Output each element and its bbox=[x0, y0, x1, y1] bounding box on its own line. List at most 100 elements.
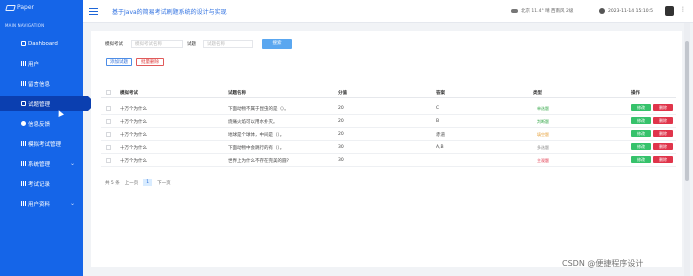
sidebar-item-exam-records[interactable]: 考试记录 bbox=[0, 176, 83, 191]
col-actions: 操作 bbox=[631, 91, 640, 96]
scrollbar-thumb[interactable] bbox=[685, 41, 689, 181]
col-score: 分值 bbox=[338, 91, 347, 96]
sidebar-item-system[interactable]: 系统管理 ⌄ bbox=[0, 156, 83, 171]
cell-score: 20 bbox=[338, 119, 344, 124]
logo-text: Paper bbox=[17, 4, 34, 11]
menu-toggle-icon[interactable] bbox=[89, 8, 98, 15]
logo: Paper bbox=[5, 4, 34, 11]
row-checkbox[interactable] bbox=[106, 145, 111, 150]
delete-button[interactable]: 删除 bbox=[653, 117, 673, 124]
sidebar-item-messages[interactable]: 留言信息 bbox=[0, 76, 83, 91]
cell-question: 下面动物中会跳行的有（）。 bbox=[228, 146, 285, 151]
cell-answer: A,B bbox=[436, 145, 444, 150]
page-title: 基于Java的简易考试刷题系统的设计与实现 bbox=[112, 9, 227, 16]
cell-question: 地球是个球体，中间是（）。 bbox=[228, 133, 285, 138]
datetime-text: 2023-11-14 15:10:5 bbox=[608, 8, 653, 14]
sidebar-item-users[interactable]: 用户 bbox=[0, 56, 83, 71]
gear-icon bbox=[21, 121, 26, 126]
col-exam: 模拟考试 bbox=[120, 91, 138, 96]
cell-question: 烧痛火焰可以用水扑灭。 bbox=[228, 120, 278, 125]
sidebar-item-profile[interactable]: 用户资料 ⌄ bbox=[0, 196, 83, 211]
app-window: Paper MAIN NAVIGATION Dashboard 用户 留言信息 … bbox=[0, 0, 693, 276]
cloud-icon bbox=[511, 9, 518, 13]
sidebar-item-label: 试题管理 bbox=[28, 101, 51, 108]
sidebar-item-dashboard[interactable]: Dashboard bbox=[0, 36, 83, 51]
edit-button[interactable]: 修改 bbox=[631, 130, 651, 137]
row-checkbox[interactable] bbox=[106, 132, 111, 137]
sidebar-item-label: 信息反馈 bbox=[28, 121, 51, 128]
cell-answer: 赤道 bbox=[436, 133, 445, 138]
weather-widget: 北京 11.4° 晴 西南风 2级 bbox=[511, 8, 573, 14]
cell-exam: 十万个为什么 bbox=[120, 107, 147, 112]
row-checkbox[interactable] bbox=[106, 158, 111, 163]
grid-icon bbox=[21, 81, 26, 86]
more-options-icon[interactable]: ⋮ bbox=[680, 6, 686, 13]
grid-icon bbox=[21, 61, 26, 66]
type-badge: 多选题 bbox=[537, 145, 549, 150]
sidebar-item-label: 留言信息 bbox=[28, 81, 51, 88]
sidebar-item-questions[interactable]: 试题管理 bbox=[0, 96, 96, 111]
logo-icon bbox=[5, 4, 16, 11]
batch-delete-button[interactable]: 批量删除 bbox=[136, 58, 164, 66]
file-icon bbox=[21, 101, 26, 106]
next-page-button[interactable]: 下一页 bbox=[157, 180, 171, 186]
edit-button[interactable]: 修改 bbox=[631, 117, 651, 124]
sidebar: Paper MAIN NAVIGATION Dashboard 用户 留言信息 … bbox=[0, 0, 96, 276]
sidebar-item-label: 模拟考试管理 bbox=[28, 141, 62, 148]
avatar[interactable] bbox=[665, 6, 674, 16]
weather-text: 北京 11.4° 晴 西南风 2级 bbox=[521, 9, 574, 14]
sidebar-item-feedback[interactable]: 信息反馈 bbox=[0, 116, 83, 131]
delete-button[interactable]: 删除 bbox=[653, 130, 673, 137]
page-number-button[interactable]: 1 bbox=[143, 179, 153, 186]
table-row: 十万个为什么 世界上为什么不存在完美的圆? 30 主观题 修改 删除 bbox=[101, 154, 676, 167]
sidebar-item-label: 用户资料 bbox=[28, 201, 51, 208]
chevron-down-icon: ⌄ bbox=[69, 200, 75, 207]
delete-button[interactable]: 删除 bbox=[653, 104, 673, 111]
row-checkbox[interactable] bbox=[106, 106, 111, 111]
home-icon bbox=[21, 41, 26, 46]
type-badge: 判断题 bbox=[537, 119, 549, 124]
add-question-button[interactable]: 添加试题 bbox=[106, 58, 132, 66]
sidebar-item-mock-exams[interactable]: 模拟考试管理 bbox=[0, 136, 83, 151]
row-checkbox[interactable] bbox=[106, 119, 111, 124]
type-badge: 主观题 bbox=[537, 158, 549, 163]
table-row: 十万个为什么 下面动物不属于昆虫的是（）。 20 C 单选题 修改 删除 bbox=[101, 102, 676, 115]
grid-icon bbox=[21, 181, 26, 186]
table-row: 十万个为什么 地球是个球体，中间是（）。 20 赤道 填空题 修改 删除 bbox=[101, 128, 676, 141]
edit-button[interactable]: 修改 bbox=[631, 156, 651, 163]
select-all-checkbox[interactable] bbox=[106, 90, 111, 95]
cell-exam: 十万个为什么 bbox=[120, 159, 147, 164]
cell-exam: 十万个为什么 bbox=[120, 146, 147, 151]
sidebar-item-label: 系统管理 bbox=[28, 161, 51, 168]
question-search-input[interactable]: 试题名称 bbox=[203, 40, 253, 48]
search-button[interactable]: 搜索 bbox=[262, 39, 292, 49]
grid-icon bbox=[21, 161, 26, 166]
edit-button[interactable]: 修改 bbox=[631, 143, 651, 150]
grid-icon bbox=[21, 201, 26, 206]
exam-search-input[interactable]: 模拟考试名称 bbox=[131, 40, 183, 48]
nav-section-title: MAIN NAVIGATION bbox=[5, 23, 45, 28]
clock-icon bbox=[599, 8, 605, 14]
chevron-down-icon: ⌄ bbox=[69, 160, 75, 167]
cell-score: 30 bbox=[338, 158, 344, 163]
col-type: 类型 bbox=[533, 91, 542, 96]
edit-button[interactable]: 修改 bbox=[631, 104, 651, 111]
sidebar-item-label: 考试记录 bbox=[28, 181, 51, 188]
type-badge: 填空题 bbox=[537, 132, 549, 137]
table-row: 十万个为什么 烧痛火焰可以用水扑灭。 20 B 判断题 修改 删除 bbox=[101, 115, 676, 128]
topbar: 基于Java的简易考试刷题系统的设计与实现 北京 11.4° 晴 西南风 2级 … bbox=[83, 0, 693, 23]
watermark: CSDN @便捷程序设计 bbox=[562, 259, 644, 268]
cell-score: 30 bbox=[338, 145, 344, 150]
sidebar-item-label: Dashboard bbox=[28, 40, 58, 47]
question-filter-label: 试题 bbox=[187, 42, 196, 47]
delete-button[interactable]: 删除 bbox=[653, 143, 673, 150]
cell-exam: 十万个为什么 bbox=[120, 133, 147, 138]
col-question: 试题名称 bbox=[228, 91, 246, 96]
cell-answer: C bbox=[436, 106, 440, 111]
table-header: 模拟考试 试题名称 分值 答案 类型 操作 bbox=[101, 88, 676, 98]
total-count: 共 5 条 bbox=[105, 180, 120, 186]
cell-score: 20 bbox=[338, 106, 344, 111]
prev-page-button[interactable]: 上一页 bbox=[125, 180, 139, 186]
delete-button[interactable]: 删除 bbox=[653, 156, 673, 163]
content-card: 模拟考试 模拟考试名称 试题 试题名称 搜索 添加试题 批量删除 模拟考试 试题… bbox=[91, 31, 682, 267]
